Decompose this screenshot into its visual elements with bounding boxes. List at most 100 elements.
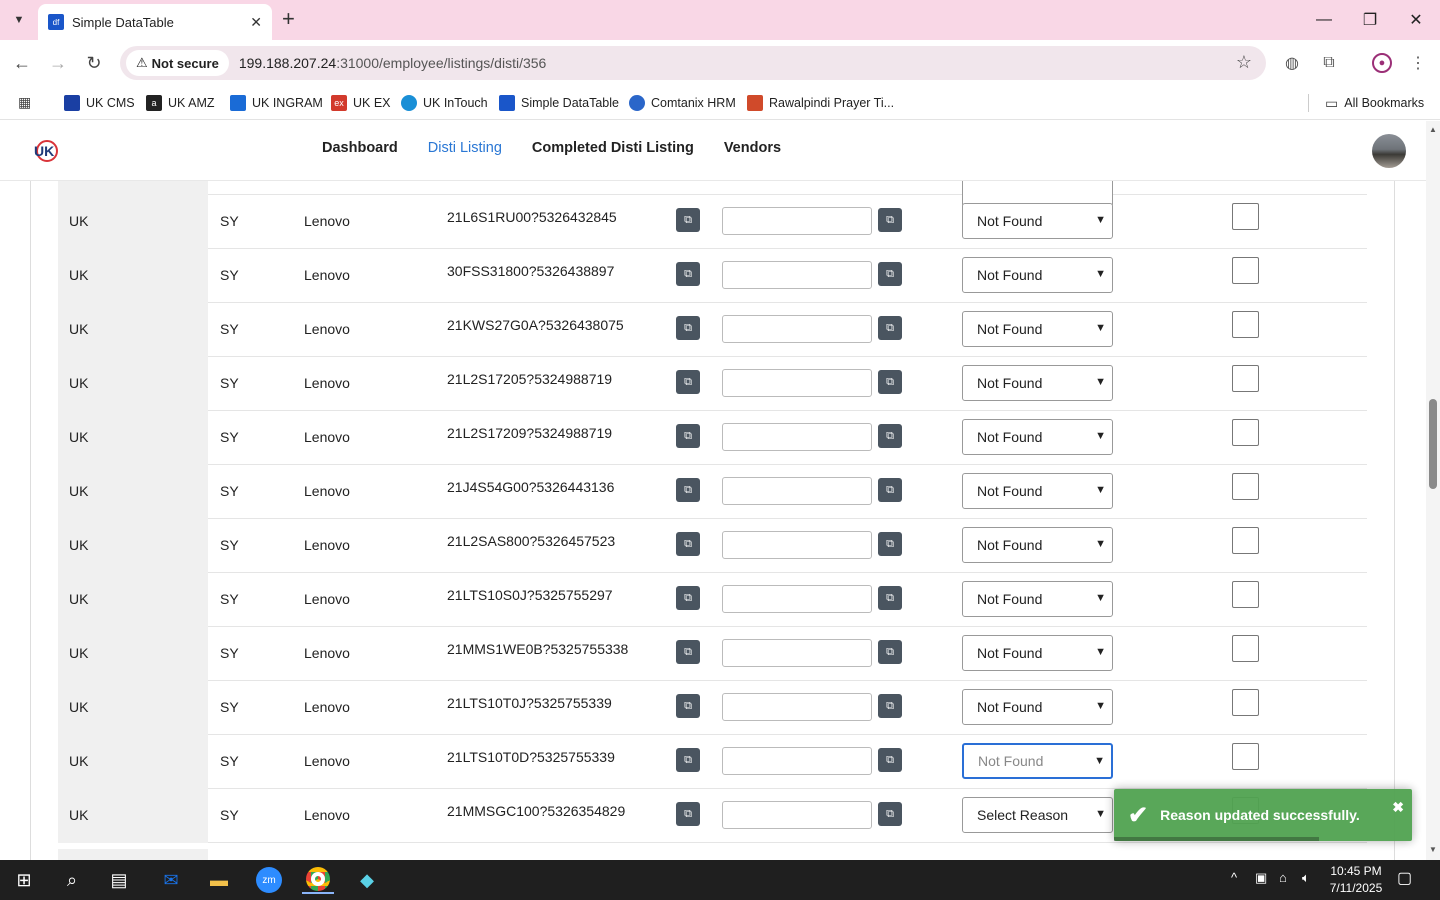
value-input[interactable]	[722, 261, 872, 289]
apps-grid-icon[interactable]: ▦	[18, 94, 31, 111]
scroll-thumb[interactable]	[1429, 399, 1437, 489]
app-diamond-icon[interactable]: ◆	[351, 866, 383, 894]
bookmark-star-icon[interactable]: ☆	[1236, 52, 1252, 73]
reason-select[interactable]: Not Found ▼	[962, 311, 1113, 347]
search-icon[interactable]: ⌕	[56, 866, 88, 894]
nav-dashboard[interactable]: Dashboard	[322, 140, 398, 156]
scroll-up-icon[interactable]: ▲	[1429, 125, 1437, 134]
row-checkbox[interactable]	[1232, 635, 1259, 662]
value-input[interactable]	[722, 639, 872, 667]
bookmark-comtanix-hrm[interactable]: Comtanix HRM	[629, 92, 736, 114]
nav-completed-disti-listing[interactable]: Completed Disti Listing	[532, 140, 694, 156]
copy-value-button[interactable]: ⧉	[878, 316, 902, 340]
value-input[interactable]	[722, 693, 872, 721]
not-secure-chip[interactable]: ⚠ Not secure	[126, 50, 229, 76]
nav-disti-listing[interactable]: Disti Listing	[428, 140, 502, 156]
reload-icon[interactable]: ↻	[81, 50, 107, 76]
copy-value-button[interactable]: ⧉	[878, 478, 902, 502]
row-checkbox[interactable]	[1232, 743, 1259, 770]
value-input[interactable]	[722, 477, 872, 505]
outlook-icon[interactable]: ✉	[155, 866, 187, 894]
all-bookmarks[interactable]: ▭ All Bookmarks	[1325, 92, 1424, 114]
notifications-icon[interactable]: ▢	[1397, 868, 1412, 888]
file-explorer-icon[interactable]: ▬	[203, 866, 235, 894]
taskbar-clock[interactable]: 10:45 PM 7/11/2025	[1326, 863, 1386, 897]
scroll-down-icon[interactable]: ▼	[1429, 845, 1437, 854]
chrome-menu-icon[interactable]: ⋮	[1406, 51, 1430, 75]
bookmark-rawalpindi-prayer[interactable]: Rawalpindi Prayer Ti...	[747, 92, 894, 114]
network-icon[interactable]: ⌂	[1279, 870, 1287, 885]
value-input[interactable]	[722, 801, 872, 829]
value-input[interactable]	[722, 369, 872, 397]
copy-sku-button[interactable]: ⧉	[676, 694, 700, 718]
copy-value-button[interactable]: ⧉	[878, 748, 902, 772]
bookmark-uk-cms[interactable]: UK CMS	[64, 92, 135, 114]
copy-sku-button[interactable]: ⧉	[676, 262, 700, 286]
tab-search-chevron-icon[interactable]: ▼	[6, 8, 32, 32]
copy-value-button[interactable]: ⧉	[878, 424, 902, 448]
copy-value-button[interactable]: ⧉	[878, 640, 902, 664]
row-checkbox[interactable]	[1232, 689, 1259, 716]
task-view-icon[interactable]: ▤	[103, 866, 135, 894]
user-avatar[interactable]	[1372, 134, 1406, 168]
uk-logo-icon[interactable]: UK	[32, 137, 60, 165]
tab-close-icon[interactable]: ✕	[250, 14, 262, 31]
row-checkbox[interactable]	[1232, 527, 1259, 554]
page-scrollbar[interactable]: ▲ ▼	[1426, 121, 1440, 860]
tray-chevron-icon[interactable]: ^	[1231, 870, 1237, 885]
copy-value-button[interactable]: ⧉	[878, 802, 902, 826]
reason-select[interactable]: Not Found ▼	[962, 635, 1113, 671]
profile-icon[interactable]: ●	[1370, 51, 1394, 75]
reason-select[interactable]: Not Found ▼	[962, 689, 1113, 725]
copy-value-button[interactable]: ⧉	[878, 208, 902, 232]
reason-select[interactable]: Not Found ▼	[962, 743, 1113, 779]
copy-sku-button[interactable]: ⧉	[676, 478, 700, 502]
copy-sku-button[interactable]: ⧉	[676, 208, 700, 232]
value-input[interactable]	[722, 207, 872, 235]
copy-value-button[interactable]: ⧉	[878, 532, 902, 556]
new-tab-plus-icon[interactable]: +	[282, 8, 295, 30]
toast-close-icon[interactable]: ✖	[1392, 799, 1404, 816]
nav-vendors[interactable]: Vendors	[724, 140, 781, 156]
copy-value-button[interactable]: ⧉	[878, 694, 902, 718]
forward-arrow-icon[interactable]: →	[45, 50, 71, 76]
bookmark-uk-intouch[interactable]: UK InTouch	[401, 92, 488, 114]
copy-sku-button[interactable]: ⧉	[676, 748, 700, 772]
value-input[interactable]	[722, 747, 872, 775]
chrome-icon[interactable]	[302, 866, 334, 894]
value-input[interactable]	[722, 423, 872, 451]
row-checkbox[interactable]	[1232, 203, 1259, 230]
reason-select[interactable]: Not Found ▼	[962, 203, 1113, 239]
zoom-icon[interactable]: zm	[253, 866, 285, 894]
reason-select[interactable]: Not Found ▼	[962, 473, 1113, 509]
row-checkbox[interactable]	[1232, 365, 1259, 392]
copy-sku-button[interactable]: ⧉	[676, 424, 700, 448]
row-checkbox[interactable]	[1232, 581, 1259, 608]
reason-select[interactable]: Not Found ▼	[962, 581, 1113, 617]
back-arrow-icon[interactable]: ←	[9, 50, 35, 76]
bookmark-uk-ingram[interactable]: UK INGRAM	[230, 92, 323, 114]
row-checkbox[interactable]	[1232, 419, 1259, 446]
reason-select[interactable]: Select Reason ▼	[962, 797, 1113, 833]
copy-sku-button[interactable]: ⧉	[676, 586, 700, 610]
reason-select[interactable]: Not Found ▼	[962, 527, 1113, 563]
copy-value-button[interactable]: ⧉	[878, 262, 902, 286]
bookmark-simple-datatable[interactable]: Simple DataTable	[499, 92, 619, 114]
close-window-icon[interactable]: ✕	[1396, 6, 1436, 34]
value-input[interactable]	[722, 531, 872, 559]
copy-value-button[interactable]: ⧉	[878, 586, 902, 610]
translate-globe-icon[interactable]: ◍	[1280, 51, 1304, 75]
value-input[interactable]	[722, 315, 872, 343]
tray-app-icon[interactable]: ▣	[1255, 870, 1267, 886]
reason-select[interactable]: Not Found ▼	[962, 257, 1113, 293]
browser-tab[interactable]: df Simple DataTable ✕	[38, 4, 272, 40]
reason-select[interactable]: Not Found ▼	[962, 419, 1113, 455]
address-bar[interactable]: ⚠ Not secure 199.188.207.24:31000/employ…	[120, 46, 1266, 80]
copy-value-button[interactable]: ⧉	[878, 370, 902, 394]
copy-sku-button[interactable]: ⧉	[676, 532, 700, 556]
row-checkbox[interactable]	[1232, 311, 1259, 338]
bookmark-uk-ex[interactable]: ex UK EX	[331, 92, 391, 114]
volume-muted-icon[interactable]: 🔈︎	[1302, 870, 1310, 886]
copy-sku-button[interactable]: ⧉	[676, 802, 700, 826]
restore-icon[interactable]: ❐	[1350, 6, 1390, 34]
